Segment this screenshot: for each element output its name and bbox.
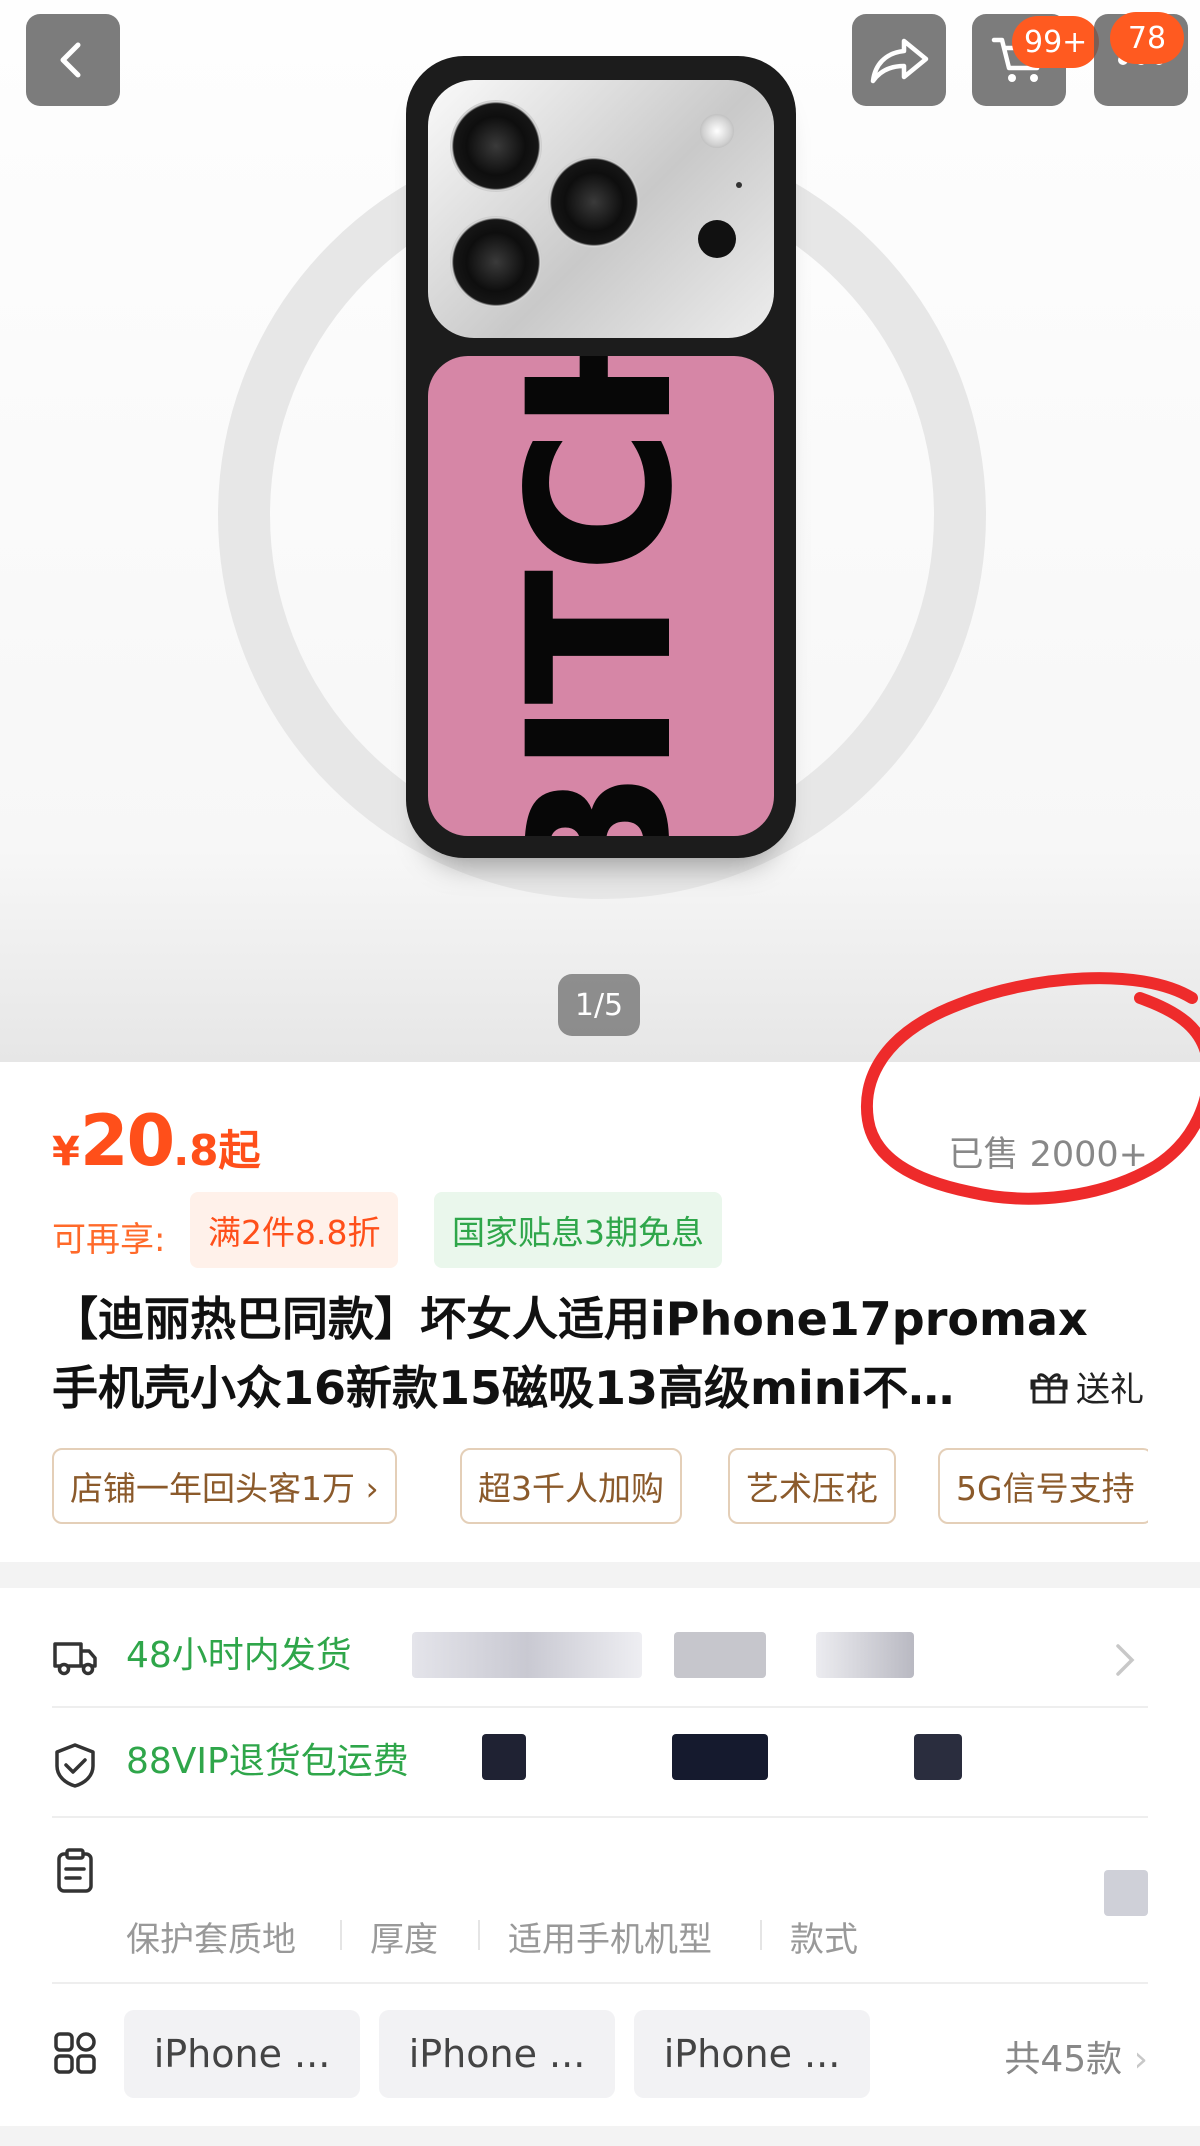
shield-check-icon: [55, 1743, 95, 1788]
returns-text: 88VIP退货包运费: [126, 1741, 409, 1782]
tag-repeat-customers[interactable]: 店铺一年回头客1万 ›: [52, 1448, 397, 1524]
redacted-text: [674, 1632, 766, 1678]
returns-row[interactable]: 88VIP退货包运费: [52, 1730, 1148, 1810]
redacted-text: [816, 1632, 914, 1678]
bottom-gap: [0, 2126, 1200, 2146]
tag-add-to-cart-count[interactable]: 超3千人加购: [460, 1448, 682, 1524]
image-page-indicator: 1/5: [558, 974, 640, 1036]
param-name: 适用手机机型: [508, 1920, 712, 1960]
tag-art-emboss[interactable]: 艺术压花: [728, 1448, 896, 1524]
cart-count-badge: 99+: [1012, 16, 1100, 68]
redacted-text: [482, 1734, 526, 1780]
clipboard-icon: [57, 1848, 93, 1893]
divider: [52, 1706, 1148, 1708]
gift-label: 送礼: [1076, 1370, 1144, 1410]
param-name: 厚度: [370, 1920, 438, 1960]
currency-symbol: ¥: [52, 1129, 80, 1175]
sensor-dot: [736, 182, 742, 188]
product-title-line: 【迪丽热巴同款】坏女人适用iPhone17promax: [52, 1292, 1088, 1346]
divider: [52, 1982, 1148, 1984]
divider: [52, 1816, 1148, 1818]
param-name: 款式: [790, 1920, 858, 1960]
price-decimal: .8: [173, 1126, 219, 1175]
share-button[interactable]: [852, 14, 946, 106]
promo-lead-label: 可再享:: [52, 1220, 166, 1260]
camera-lens: [450, 100, 542, 192]
redacted-text: [1104, 1870, 1148, 1916]
back-icon: [60, 42, 81, 78]
separator: [760, 1920, 762, 1950]
camera-module: [428, 80, 774, 338]
truck-icon: [53, 1642, 97, 1676]
lidar-sensor: [698, 220, 736, 258]
product-image-gallery[interactable]: BITCH 99+ 78 1/5: [0, 0, 1200, 1062]
product-tags: 店铺一年回头客1万 › 超3千人加购 艺术压花 5G信号支持: [52, 1448, 1148, 1524]
flash: [700, 114, 734, 148]
case-print-text: BITCH: [485, 356, 716, 836]
sku-total-link[interactable]: 共45款 ›: [1004, 2030, 1148, 2082]
sku-option[interactable]: iPhone ...: [634, 2010, 870, 2098]
shipping-text: 48小时内发货: [126, 1635, 352, 1676]
camera-lens: [450, 216, 542, 308]
sku-option[interactable]: iPhone ...: [379, 2010, 615, 2098]
gift-button[interactable]: 送礼: [1026, 1362, 1144, 1411]
chevron-right-icon: [1116, 1644, 1135, 1676]
camera-lens: [548, 156, 640, 248]
price: ¥20.8起: [52, 1100, 260, 1182]
chevron-right-icon: ›: [1133, 2039, 1148, 2080]
case-print-area: BITCH: [428, 356, 774, 836]
gift-icon: [1030, 1372, 1068, 1403]
discount-chip[interactable]: 满2件8.8折: [190, 1192, 399, 1268]
separator: [340, 1920, 342, 1950]
sku-option[interactable]: iPhone ...: [124, 2010, 360, 2098]
product-title-line: 手机壳小众16新款15磁吸13高级mini不…: [52, 1361, 955, 1415]
installment-chip[interactable]: 国家贴息3期免息: [434, 1192, 722, 1268]
param-name: 保护套质地: [126, 1920, 296, 1960]
price-suffix: 起: [218, 1126, 261, 1175]
sold-count: 已售 2000+: [948, 1135, 1148, 1175]
separator: [478, 1920, 480, 1950]
back-button[interactable]: [26, 14, 120, 106]
grid-icon: [54, 2032, 96, 2074]
redacted-text: [914, 1734, 962, 1780]
tag-5g-signal[interactable]: 5G信号支持: [938, 1448, 1148, 1524]
redacted-text: [412, 1632, 642, 1678]
redacted-text: [672, 1734, 768, 1780]
sku-total-label: 共45款: [1004, 2039, 1123, 2080]
product-title[interactable]: 【迪丽热巴同款】坏女人适用iPhone17promax 手机壳小众16新款15磁…: [52, 1285, 1152, 1423]
product-detail-page: BITCH 99+ 78 1/5 ¥20.8起 已售 2000+ 可再享: 满2…: [0, 0, 1200, 2146]
phone-case-image: BITCH: [406, 56, 796, 858]
shipping-row[interactable]: 48小时内发货: [52, 1624, 1148, 1704]
share-icon: [870, 38, 929, 84]
message-count-badge: 78: [1110, 12, 1184, 64]
price-integer: 20: [79, 1100, 175, 1182]
